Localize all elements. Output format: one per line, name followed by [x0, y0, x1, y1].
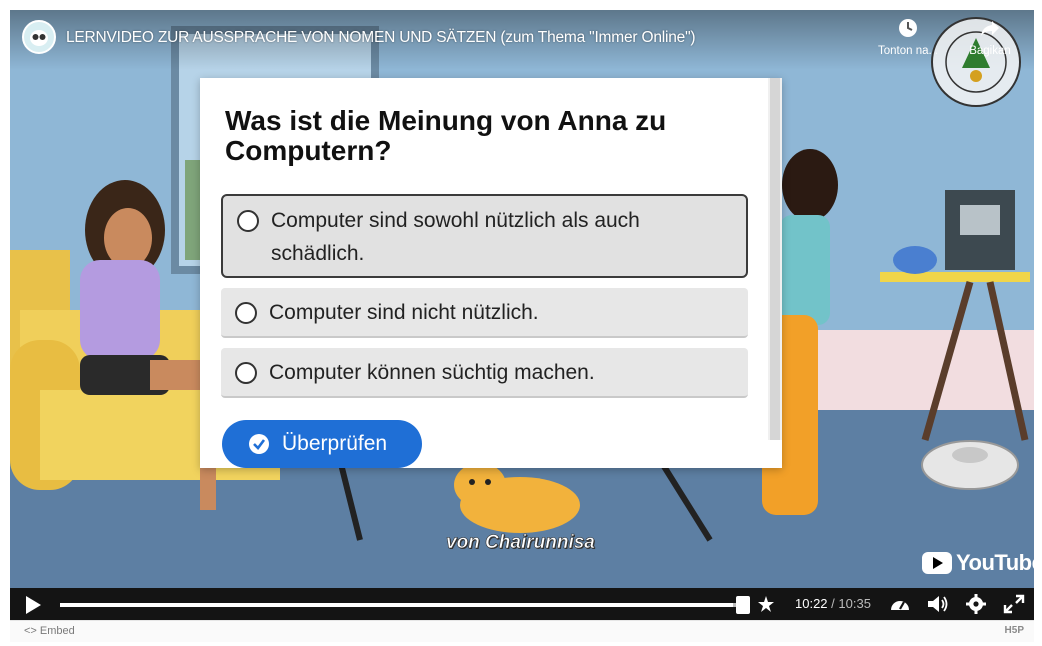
option-label: Computer sind sowohl nützlich als auch s… — [271, 209, 640, 265]
youtube-logo[interactable]: YouTube — [922, 550, 1034, 576]
current-time: 10:22 — [795, 596, 828, 611]
play-icon[interactable] — [22, 594, 44, 616]
clock-icon — [899, 19, 917, 37]
scrollbar-thumb[interactable] — [770, 78, 780, 440]
share-arrow-icon — [981, 21, 999, 36]
embed-link[interactable]: <> Embed — [24, 625, 75, 637]
seek-bar-played — [60, 603, 733, 607]
option-label: Computer können süchtig machen. — [269, 361, 595, 384]
h5p-frame: LERNVIDEO ZUR AUSSPRACHE VON NOMEN UND S… — [0, 0, 1042, 646]
quiz-option-3[interactable]: Computer können süchtig machen. — [221, 348, 748, 398]
owl-icon — [30, 30, 48, 46]
video-title[interactable]: LERNVIDEO ZUR AUSSPRACHE VON NOMEN UND S… — [66, 29, 696, 47]
check-circle-icon — [249, 434, 269, 454]
check-answer-button[interactable]: Überprüfen — [222, 420, 422, 468]
share-label: Bagikan — [969, 45, 1011, 57]
youtube-logo-text: YouTube — [956, 550, 1034, 575]
option-label: Computer sind nicht nützlich. — [269, 301, 539, 324]
check-button-label: Überprüfen — [282, 432, 388, 455]
settings-gear-icon[interactable] — [964, 593, 988, 615]
radio-button-icon[interactable] — [235, 362, 257, 384]
youtube-play-icon — [922, 552, 952, 574]
watch-later-label: Tonton na... — [878, 45, 939, 57]
h5p-footer: <> Embed H5P — [10, 620, 1034, 642]
time-display: 10:22 / 10:35 — [795, 596, 871, 611]
watch-later-button[interactable]: Tonton na... — [878, 18, 938, 57]
h5p-logo[interactable]: H5P — [1005, 625, 1024, 636]
bookmark-star-icon[interactable] — [756, 594, 776, 614]
volume-icon[interactable] — [926, 593, 950, 615]
seek-bar[interactable] — [60, 603, 748, 607]
quiz-option-1[interactable]: Computer sind sowohl nützlich als auch s… — [221, 194, 748, 278]
seek-handle[interactable] — [736, 596, 750, 614]
time-separator: / — [827, 596, 839, 611]
quiz-dialog: Was ist die Meinung von Anna zu Computer… — [200, 78, 782, 468]
video-player[interactable]: LERNVIDEO ZUR AUSSPRACHE VON NOMEN UND S… — [10, 10, 1034, 620]
quiz-option-2[interactable]: Computer sind nicht nützlich. — [221, 288, 748, 338]
radio-button-icon[interactable] — [237, 210, 259, 232]
quiz-scrollbar[interactable] — [768, 78, 782, 440]
duration: 10:35 — [838, 596, 871, 611]
share-button[interactable]: Bagikan — [962, 18, 1018, 57]
fullscreen-icon[interactable] — [1002, 593, 1026, 615]
video-control-bar: 10:22 / 10:35 — [10, 588, 1034, 620]
playback-speed-icon[interactable] — [888, 593, 912, 615]
author-caption: von Chairunnisa — [446, 532, 595, 554]
radio-button-icon[interactable] — [235, 302, 257, 324]
quiz-question: Was ist die Meinung von Anna zu Computer… — [225, 105, 667, 166]
channel-avatar[interactable] — [22, 20, 56, 54]
